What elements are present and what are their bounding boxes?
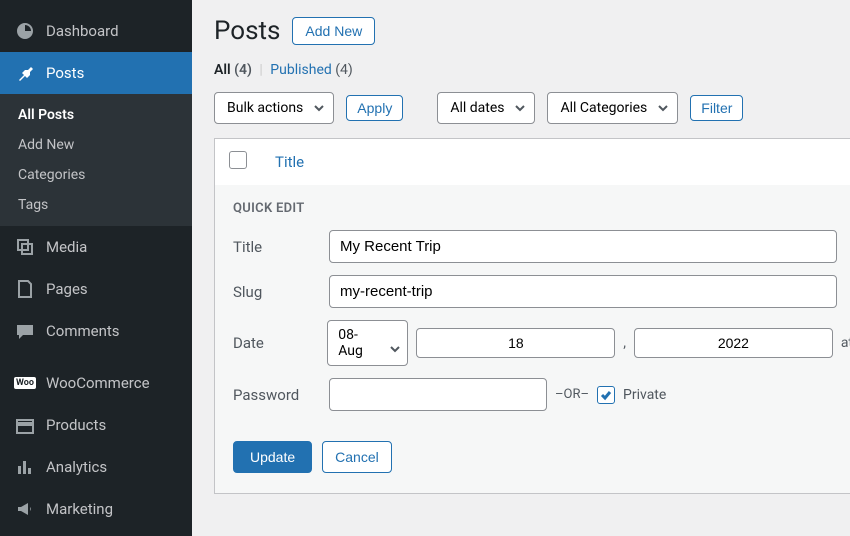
woocommerce-icon: Woo: [14, 372, 36, 394]
categories-select[interactable]: All Categories: [547, 92, 678, 124]
or-text: –OR–: [555, 387, 589, 402]
sidebar-label: Comments: [46, 322, 120, 340]
update-button[interactable]: Update: [233, 441, 312, 473]
date-label: Date: [233, 334, 327, 352]
private-label: Private: [623, 387, 666, 403]
column-author[interactable]: Author: [715, 139, 850, 186]
pages-icon: [14, 278, 36, 300]
products-icon: [14, 414, 36, 436]
page-title: Posts: [214, 16, 280, 46]
sidebar-item-products[interactable]: Products: [0, 404, 192, 446]
pin-icon: [14, 62, 36, 84]
sidebar-label: Pages: [46, 280, 88, 298]
sidebar-label: Posts: [46, 64, 84, 82]
password-label: Password: [233, 386, 329, 404]
quick-edit-legend: QUICK EDIT: [233, 201, 850, 216]
sidebar-item-analytics[interactable]: Analytics: [0, 446, 192, 488]
main-content: Posts Add New All (4) | Published (4) Bu…: [192, 0, 850, 536]
sidebar-item-marketing[interactable]: Marketing: [0, 488, 192, 530]
filter-button[interactable]: Filter: [690, 95, 743, 121]
bulk-actions-select[interactable]: Bulk actions: [214, 92, 334, 124]
select-all-checkbox[interactable]: [229, 151, 247, 169]
submenu-add-new[interactable]: Add New: [0, 130, 192, 160]
private-checkbox[interactable]: [597, 386, 615, 404]
sidebar-item-media[interactable]: Media: [0, 226, 192, 268]
sidebar-item-pages[interactable]: Pages: [0, 268, 192, 310]
sidebar-item-dashboard[interactable]: Dashboard: [0, 10, 192, 52]
sidebar-item-posts[interactable]: Posts: [0, 52, 192, 94]
filter-published[interactable]: Published (4): [270, 62, 353, 78]
posts-submenu: All Posts Add New Categories Tags: [0, 94, 192, 226]
sidebar-label: Dashboard: [46, 22, 119, 40]
posts-table: Title Author QUICK EDIT Title Slug: [214, 138, 850, 494]
chevron-down-icon: [514, 102, 526, 114]
status-filters: All (4) | Published (4): [214, 62, 828, 78]
dates-select[interactable]: All dates: [437, 92, 535, 124]
title-label: Title: [233, 238, 329, 256]
media-icon: [14, 236, 36, 258]
add-new-button[interactable]: Add New: [292, 17, 375, 45]
submenu-categories[interactable]: Categories: [0, 160, 192, 190]
analytics-icon: [14, 456, 36, 478]
month-select[interactable]: 08-Aug: [327, 320, 408, 366]
day-input[interactable]: [416, 328, 615, 358]
submenu-tags[interactable]: Tags: [0, 190, 192, 220]
cancel-button[interactable]: Cancel: [322, 441, 392, 473]
sidebar-label: Analytics: [46, 458, 107, 476]
title-input[interactable]: [329, 230, 837, 263]
submenu-all-posts[interactable]: All Posts: [0, 100, 192, 130]
quick-edit-panel: QUICK EDIT Title Slug Date 08-Aug: [215, 185, 850, 493]
filter-all[interactable]: All (4): [214, 62, 252, 78]
sidebar-label: Media: [46, 238, 87, 256]
sidebar-label: Products: [46, 416, 106, 434]
apply-button[interactable]: Apply: [346, 95, 403, 121]
year-input[interactable]: [634, 328, 833, 358]
chevron-down-icon: [657, 102, 669, 114]
dashboard-icon: [14, 20, 36, 42]
slug-label: Slug: [233, 283, 329, 301]
sidebar-item-woocommerce[interactable]: Woo WooCommerce: [0, 362, 192, 404]
chevron-down-icon: [389, 343, 401, 355]
sidebar-label: Marketing: [46, 500, 113, 518]
admin-sidebar: Dashboard Posts All Posts Add New Catego…: [0, 0, 192, 536]
tablenav-top: Bulk actions Apply All dates All Categor…: [214, 92, 828, 124]
password-input[interactable]: [329, 378, 547, 411]
sidebar-item-comments[interactable]: Comments: [0, 310, 192, 352]
comments-icon: [14, 320, 36, 342]
page-header: Posts Add New: [214, 16, 828, 46]
megaphone-icon: [14, 498, 36, 520]
at-text: at: [841, 335, 850, 351]
sidebar-label: WooCommerce: [46, 374, 150, 392]
chevron-down-icon: [313, 102, 325, 114]
slug-input[interactable]: [329, 275, 837, 308]
column-title[interactable]: Title: [261, 139, 715, 186]
